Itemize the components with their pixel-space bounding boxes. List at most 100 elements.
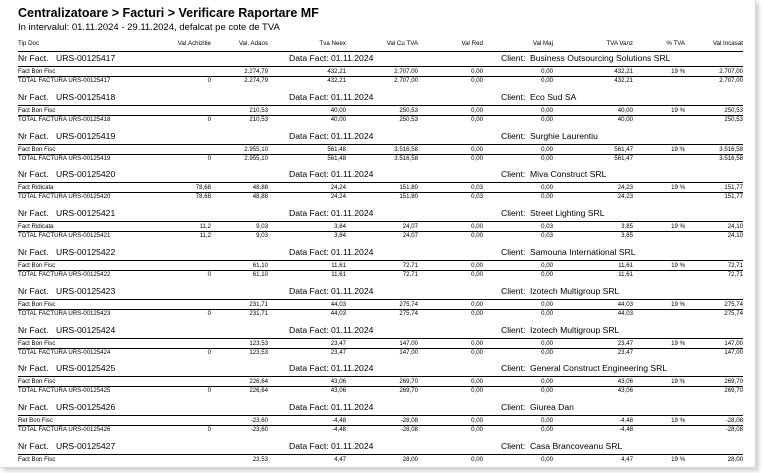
cell-incasat: 269,70 (724, 378, 743, 386)
cell-cu-tva: 24,07 (402, 223, 418, 231)
cell-pct-tva: 19 % (671, 68, 685, 75)
invoice-date-label: Data Fact: (289, 247, 329, 257)
invoice-number-label: Nr Fact. (18, 53, 49, 63)
total-row: TOTAL FACTURA URS-00125425 0 226,64 43,0… (18, 387, 743, 395)
cell-incasat: 147,00 (724, 339, 743, 347)
total-cu-tva: 24,07 (402, 232, 418, 240)
total-tva-vanz: -4,48 (619, 426, 633, 434)
total-label: TOTAL FACTURA URS-00125424 (18, 348, 111, 356)
client-name: Giurea Dan (530, 402, 574, 413)
cell-incasat: 275,74 (724, 300, 743, 308)
cell-incasat: 151,77 (724, 184, 743, 192)
cell-maj: 0,00 (541, 262, 553, 269)
total-row: TOTAL FACTURA URS-00125421 11,2 9,03 3,8… (18, 232, 743, 240)
total-cu-tva: -28,08 (400, 426, 418, 434)
client-label: Client: (501, 208, 526, 219)
invoice-group: Nr Fact. URS-00125420 Data Fact: 01.11.2… (18, 168, 743, 206)
cell-tva-vanz: 40,00 (617, 106, 633, 114)
total-label: TOTAL FACTURA URS-00125420 (18, 193, 111, 201)
invoice-number-label: Nr Fact. (18, 247, 49, 257)
cell-type: Fact Bon Fisc (18, 300, 56, 308)
total-cu-tva: 3.516,58 (394, 154, 418, 162)
invoice-date: 01.11.2024 (331, 169, 374, 180)
detail-row: Fact Ridicata 11,2 9,03 3,84 24,07 0,00 … (18, 223, 743, 231)
cell-tva-neex: 561,48 (327, 145, 346, 153)
total-maj: 0,00 (541, 271, 553, 278)
detail-row: Fact Bon Fisc 23,53 4,47 28,00 0,00 0,00… (18, 456, 743, 464)
cell-pct-tva: 19 % (671, 378, 685, 386)
cell-red: 0,00 (471, 262, 483, 269)
cell-tva-vanz: 4,47 (621, 456, 633, 463)
total-tva-vanz: 432,21 (614, 77, 633, 84)
invoice-header: Nr Fact. URS-00125419 Data Fact: 01.11.2… (18, 130, 743, 144)
row-divider (18, 66, 743, 67)
cell-incasat: 72,71 (727, 262, 743, 269)
total-red: 0,00 (471, 348, 483, 356)
cell-maj: 0,00 (541, 145, 553, 153)
cell-tva-vanz: 23,47 (617, 339, 633, 347)
detail-row: Fact Bon Fisc 61,10 11,61 72,71 0,00 0,0… (18, 262, 743, 270)
cell-red: 0,00 (471, 339, 483, 347)
cell-maj: 0,00 (541, 68, 553, 75)
invoice-group: Nr Fact. URS-00125421 Data Fact: 01.11.2… (18, 207, 743, 245)
cell-cu-tva: 147,00 (399, 339, 418, 347)
cell-adaos: 2.274,79 (244, 68, 268, 75)
row-divider (18, 415, 743, 417)
total-tva-vanz: 24,23 (617, 193, 633, 201)
total-tva-neex: 24,24 (330, 193, 346, 201)
invoice-number-label: Nr Fact. (18, 91, 49, 102)
cell-tva-vanz: 43,06 (617, 378, 633, 386)
client-label: Client: (501, 285, 526, 296)
total-achizitie: 0 (207, 154, 211, 162)
detail-row: Fact Ridicata 78,68 48,88 24,24 151,80 0… (18, 184, 743, 192)
cell-pct-tva: 19 % (671, 223, 685, 231)
invoice-group: Nr Fact. URS-00125427 Data Fact: 01.11.2… (18, 440, 743, 467)
detail-row: Fact Bon Fisc 226,64 43,06 269,70 0,00 0… (18, 378, 743, 386)
total-incasat: 275,74 (724, 309, 743, 317)
total-cu-tva: 151,80 (399, 193, 418, 201)
total-adaos: 231,71 (249, 309, 268, 317)
cell-red: 0,00 (471, 456, 483, 463)
total-maj: 0,00 (541, 348, 553, 356)
cell-tva-vanz: 561,47 (614, 145, 633, 153)
invoice-date-label: Data Fact: (289, 130, 329, 141)
row-divider (18, 182, 743, 184)
invoice-header: Nr Fact. URS-00125418 Data Fact: 01.11.2… (18, 91, 743, 105)
total-maj: 0,00 (541, 387, 553, 395)
total-maj: 0,00 (541, 115, 553, 123)
invoice-group: Nr Fact. URS-00125419 Data Fact: 01.11.2… (18, 130, 743, 168)
cell-red: 0,00 (471, 68, 483, 75)
total-tva-vanz: 44,03 (617, 309, 633, 317)
cell-maj: 0,00 (541, 339, 553, 347)
cell-adaos: -23,60 (250, 417, 268, 425)
invoice-number: URS-00125420 (56, 169, 116, 180)
total-incasat: 147,00 (724, 348, 743, 356)
col-tva-neex: Tva Neex (319, 40, 346, 47)
cell-maj: 0,00 (541, 378, 553, 386)
cell-adaos: 210,53 (249, 106, 268, 114)
cell-type: Ret Bon Fisc (18, 417, 53, 425)
invoice-header: Nr Fact. URS-00125421 Data Fact: 01.11.2… (18, 207, 743, 221)
total-achizitie: 0 (207, 348, 211, 356)
cell-cu-tva: 269,70 (399, 378, 418, 386)
cell-adaos: 123,53 (249, 339, 268, 347)
invoice-date: 01.11.2024 (331, 208, 374, 219)
total-tva-neex: 3,84 (334, 232, 346, 240)
invoice-header: Nr Fact. URS-00125425 Data Fact: 01.11.2… (18, 362, 743, 376)
invoice-date: 01.11.2024 (331, 53, 374, 63)
total-incasat: 250,53 (724, 115, 743, 123)
cell-pct-tva: 19 % (671, 106, 685, 114)
invoice-number-label: Nr Fact. (18, 169, 49, 180)
row-divider (18, 337, 743, 339)
invoice-date: 01.11.2024 (331, 402, 374, 413)
total-row: TOTAL FACTURA URS-00125422 0 61,10 11,61… (18, 271, 743, 279)
invoice-number-label: Nr Fact. (18, 130, 49, 141)
total-cu-tva: 275,74 (399, 309, 418, 317)
invoice-number: URS-00125425 (56, 363, 116, 374)
cell-pct-tva: 19 % (671, 184, 685, 192)
col-val-red: Val Red (461, 40, 483, 47)
report-subtitle: In intervalul: 01.11.2024 - 29.11.2024, … (18, 22, 280, 33)
cell-adaos: 226,64 (249, 378, 268, 386)
row-divider (18, 454, 743, 455)
detail-row: Fact Bon Fisc 123,53 23,47 147,00 0,00 0… (18, 340, 743, 348)
